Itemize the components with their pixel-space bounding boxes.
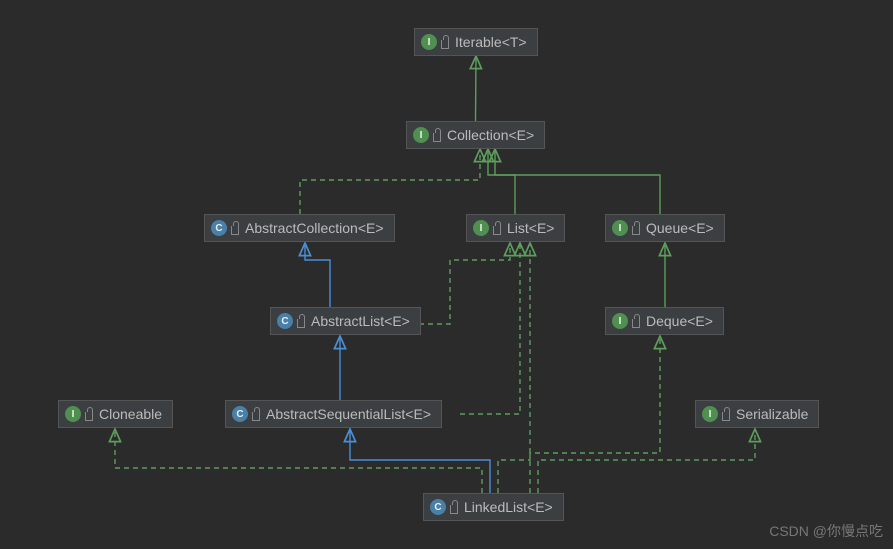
interface-icon: I (473, 220, 489, 236)
lock-icon (632, 319, 640, 328)
node-iterable[interactable]: I Iterable<T> (414, 28, 538, 56)
lock-icon (441, 40, 449, 49)
connector-linkedlist-to-cloneable (115, 429, 482, 493)
connector-linkedlist-to-serializable (538, 429, 755, 493)
connector-lines (0, 0, 893, 549)
node-label: Serializable (736, 406, 808, 422)
node-label: LinkedList<E> (464, 499, 553, 515)
node-abscoll[interactable]: C AbstractCollection<E> (204, 214, 395, 242)
connector-linkedlist-to-list (498, 243, 530, 493)
watermark: CSDN @你慢点吃 (769, 521, 883, 541)
connector-list-to-collection (488, 149, 515, 214)
node-label: Cloneable (99, 406, 162, 422)
connector-absseqlist-to-list (460, 243, 520, 414)
interface-icon: I (612, 313, 628, 329)
lock-icon (450, 505, 458, 514)
lock-icon (252, 412, 260, 421)
class-icon: C (232, 406, 248, 422)
interface-icon: I (612, 220, 628, 236)
lock-icon (632, 226, 640, 235)
interface-icon: I (421, 34, 437, 50)
node-label: AbstractList<E> (311, 313, 410, 329)
class-icon: C (430, 499, 446, 515)
lock-icon (722, 412, 730, 421)
connector-collection-to-iterable (476, 56, 477, 121)
lock-icon (231, 226, 239, 235)
node-collection[interactable]: I Collection<E> (406, 121, 545, 149)
node-abslist[interactable]: C AbstractList<E> (270, 307, 421, 335)
interface-icon: I (702, 406, 718, 422)
node-serializable[interactable]: I Serializable (695, 400, 819, 428)
connector-abslist-to-abscoll (305, 243, 330, 307)
node-deque[interactable]: I Deque<E> (605, 307, 724, 335)
node-linkedlist[interactable]: C LinkedList<E> (423, 493, 564, 521)
interface-icon: I (65, 406, 81, 422)
lock-icon (433, 133, 441, 142)
node-label: List<E> (507, 220, 554, 236)
node-queue[interactable]: I Queue<E> (605, 214, 725, 242)
node-label: Deque<E> (646, 313, 713, 329)
connector-abscoll-to-collection (300, 149, 480, 214)
lock-icon (297, 319, 305, 328)
node-cloneable[interactable]: I Cloneable (58, 400, 173, 428)
connector-queue-to-collection (495, 149, 660, 214)
class-icon: C (277, 313, 293, 329)
lock-icon (493, 226, 501, 235)
node-absseqlist[interactable]: C AbstractSequentialList<E> (225, 400, 442, 428)
node-label: AbstractCollection<E> (245, 220, 384, 236)
lock-icon (85, 412, 93, 421)
class-icon: C (211, 220, 227, 236)
node-label: AbstractSequentialList<E> (266, 406, 431, 422)
node-label: Collection<E> (447, 127, 534, 143)
node-label: Queue<E> (646, 220, 714, 236)
connector-abslist-to-list (410, 243, 510, 324)
node-list[interactable]: I List<E> (466, 214, 565, 242)
connector-linkedlist-to-absseqlist (350, 429, 490, 493)
interface-icon: I (413, 127, 429, 143)
node-label: Iterable<T> (455, 34, 527, 50)
connector-linkedlist-to-deque (530, 336, 660, 493)
